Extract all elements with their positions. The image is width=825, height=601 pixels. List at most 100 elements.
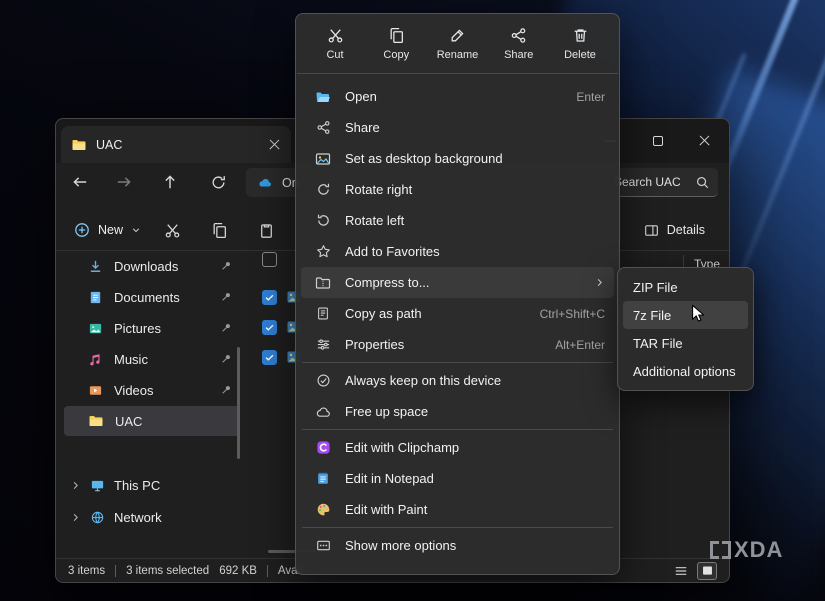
forward-button[interactable] xyxy=(112,170,136,194)
close-button[interactable] xyxy=(688,126,722,156)
sidebar-item-pictures[interactable]: Pictures xyxy=(64,313,240,343)
file-checkbox[interactable] xyxy=(262,350,277,365)
menu-item-share[interactable]: Share xyxy=(301,112,614,143)
delete-icon xyxy=(572,27,589,44)
menu-item-compress-to[interactable]: Compress to... xyxy=(301,267,614,298)
submenu-item-label: Additional options xyxy=(633,364,736,379)
sidebar-item-label: Pictures xyxy=(114,321,161,336)
cloud-icon xyxy=(315,404,331,420)
submenu-item-7z-file[interactable]: 7z File xyxy=(623,301,748,329)
delete-command[interactable]: Delete xyxy=(555,23,605,65)
menu-item-edit-in-notepad[interactable]: Edit in Notepad xyxy=(301,463,614,494)
cut-toolbar-button[interactable] xyxy=(160,218,184,242)
clipchamp-icon xyxy=(315,440,331,456)
sidebar-item-uac[interactable]: UAC xyxy=(64,406,240,436)
sidebar-scrollbar[interactable] xyxy=(237,347,240,459)
maximize-icon xyxy=(653,136,663,146)
menu-item-shortcut: Alt+Enter xyxy=(555,338,605,352)
maximize-button[interactable] xyxy=(641,126,675,156)
sidebar-item-label: Music xyxy=(114,352,148,367)
explorer-tab-uac[interactable]: UAC xyxy=(61,126,291,163)
command-label: Delete xyxy=(564,49,596,61)
sidebar-item-label: Documents xyxy=(114,290,180,305)
paste-toolbar-button[interactable] xyxy=(254,218,278,242)
menu-item-copy-as-path[interactable]: Copy as path Ctrl+Shift+C xyxy=(301,298,614,329)
back-button[interactable] xyxy=(68,170,92,194)
menu-item-set-as-desktop-background[interactable]: Set as desktop background xyxy=(301,143,614,174)
tab-close-icon[interactable] xyxy=(269,139,281,151)
pin-icon xyxy=(220,260,232,272)
pin-icon xyxy=(220,353,232,365)
sidebar-item-downloads[interactable]: Downloads xyxy=(64,251,240,281)
copy-toolbar-button[interactable] xyxy=(207,218,231,242)
open-folder-icon xyxy=(315,89,331,105)
sidebar-item-this-pc[interactable]: This PC xyxy=(64,470,240,500)
details-button[interactable]: Details xyxy=(634,216,715,244)
cut-command[interactable]: Cut xyxy=(310,23,360,65)
sidebar-item-label: Network xyxy=(114,510,162,525)
menu-item-always-keep-on-this-device[interactable]: Always keep on this device xyxy=(301,365,614,396)
menu-item-show-more-options[interactable]: Show more options xyxy=(301,530,614,561)
copy-icon xyxy=(388,27,405,44)
sidebar-item-label: UAC xyxy=(115,414,142,429)
pin-icon xyxy=(220,384,232,396)
xda-logo-bracket-left xyxy=(710,541,719,559)
close-icon xyxy=(699,135,711,147)
compress-submenu: ZIP File 7z File TAR File Additional opt… xyxy=(617,267,754,391)
new-button-label: New xyxy=(98,223,123,237)
sidebar-item-documents[interactable]: Documents xyxy=(64,282,240,312)
chevron-down-icon xyxy=(131,225,141,235)
menu-item-rotate-left[interactable]: Rotate left xyxy=(301,205,614,236)
submenu-item-tar-file[interactable]: TAR File xyxy=(623,329,748,357)
menu-item-edit-with-clipchamp[interactable]: Edit with Clipchamp xyxy=(301,432,614,463)
menu-item-rotate-right[interactable]: Rotate right xyxy=(301,174,614,205)
menu-item-free-up-space[interactable]: Free up space xyxy=(301,396,614,427)
new-button[interactable]: New xyxy=(64,215,151,245)
menu-item-properties[interactable]: Properties Alt+Enter xyxy=(301,329,614,360)
submenu-item-additional-options[interactable]: Additional options xyxy=(623,357,748,385)
sidebar-item-music[interactable]: Music xyxy=(64,344,240,374)
tab-title: UAC xyxy=(96,138,260,152)
rotate-right-icon xyxy=(315,182,331,198)
menu-item-label: Always keep on this device xyxy=(345,373,605,388)
copy-command[interactable]: Copy xyxy=(371,23,421,65)
image-icon xyxy=(315,151,331,167)
menu-item-shortcut: Ctrl+Shift+C xyxy=(540,307,605,321)
menu-item-label: Free up space xyxy=(345,404,605,419)
details-button-label: Details xyxy=(667,223,705,237)
chevron-right-icon[interactable] xyxy=(70,512,81,523)
file-checkbox[interactable] xyxy=(262,290,277,305)
menu-separator xyxy=(302,362,613,363)
music-icon xyxy=(88,352,103,367)
menu-item-add-to-favorites[interactable]: Add to Favorites xyxy=(301,236,614,267)
menu-separator xyxy=(297,73,618,74)
videos-icon xyxy=(88,383,103,398)
menu-item-edit-with-paint[interactable]: Edit with Paint xyxy=(301,494,614,525)
downloads-icon xyxy=(88,259,103,274)
more-options-icon xyxy=(315,538,331,554)
xda-logo-text: XDA xyxy=(734,541,783,559)
sidebar-item-videos[interactable]: Videos xyxy=(64,375,240,405)
menu-item-label: Edit with Paint xyxy=(345,502,605,517)
rename-command[interactable]: Rename xyxy=(433,23,483,65)
share-command[interactable]: Share xyxy=(494,23,544,65)
chevron-right-icon[interactable] xyxy=(70,480,81,491)
menu-item-label: Rotate right xyxy=(345,182,605,197)
thumbnail-view-button[interactable] xyxy=(697,562,717,580)
menu-item-open[interactable]: Open Enter xyxy=(301,81,614,112)
up-button[interactable] xyxy=(158,170,182,194)
refresh-button[interactable] xyxy=(206,170,230,194)
onedrive-cloud-icon xyxy=(257,175,273,191)
sidebar-item-network[interactable]: Network xyxy=(64,502,240,532)
submenu-item-zip-file[interactable]: ZIP File xyxy=(623,273,748,301)
menu-item-label: Share xyxy=(345,120,605,135)
menu-item-label: Edit with Clipchamp xyxy=(345,440,605,455)
rotate-left-icon xyxy=(315,213,331,229)
paint-icon xyxy=(315,502,331,518)
file-checkbox[interactable] xyxy=(262,320,277,335)
search-icon xyxy=(695,175,710,190)
select-all-checkbox[interactable] xyxy=(262,252,277,267)
menu-item-label: Copy as path xyxy=(345,306,530,321)
rename-icon xyxy=(449,27,466,44)
list-view-button[interactable] xyxy=(671,562,691,580)
